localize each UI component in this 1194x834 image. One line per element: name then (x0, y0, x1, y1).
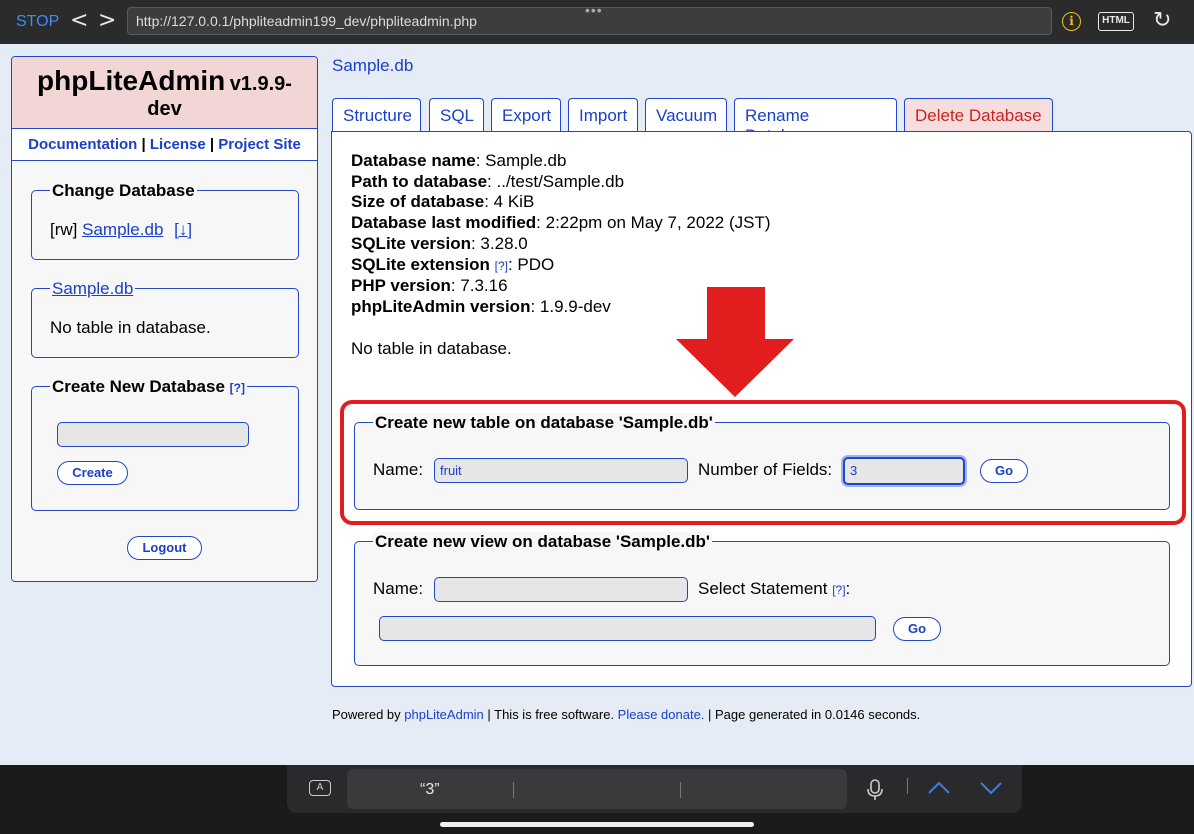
db-path-value: : ../test/Sample.db (487, 171, 625, 191)
create-database-help-link[interactable]: [?] (230, 381, 245, 395)
db-name-label: Database name (351, 151, 476, 170)
php-version-value: : 7.3.16 (450, 276, 508, 296)
change-database-box: Change Database [rw] Sample.db [↓] (31, 181, 299, 260)
pla-version-label: phpLiteAdmin version (351, 296, 531, 316)
license-link[interactable]: License (150, 136, 206, 153)
divider (907, 778, 908, 794)
tab-delete-database[interactable]: Delete Database (904, 98, 1053, 131)
create-database-label: Create New Database (52, 377, 225, 396)
sidebar-links: Documentation | License | Project Site (12, 129, 317, 161)
tab-import[interactable]: Import (568, 98, 638, 131)
create-database-box: Create New Database [?] Create (31, 377, 299, 511)
db-download-link[interactable]: [↓] (174, 220, 192, 239)
db-size-label: Size of database (351, 192, 485, 212)
sidebar: phpLiteAdmin v1.9.9- dev Documentation |… (11, 56, 318, 582)
app-header: phpLiteAdmin v1.9.9- dev (12, 57, 317, 129)
highlight-box (340, 400, 1186, 525)
mic-icon[interactable] (867, 779, 883, 801)
create-view-legend: Create new view on database 'Sample.db' (373, 532, 712, 552)
sqlite-version-label: SQLite version (351, 233, 471, 253)
divider (680, 782, 681, 798)
db-modified-label: Database last modified (351, 213, 537, 233)
predictive-suggestions: “3” (347, 769, 847, 809)
keyboard-accessory-bar: A “3” (0, 765, 1194, 834)
db-modified-value: : 2:22pm on May 7, 2022 (JST) (536, 213, 771, 233)
tab-structure[interactable]: Structure (332, 98, 421, 133)
db-link-sample[interactable]: Sample.db (82, 220, 163, 239)
info-icon[interactable]: i (1062, 12, 1081, 31)
app-version-line2: dev (147, 98, 182, 120)
html-source-button[interactable]: HTML (1098, 12, 1134, 31)
down-arrow-annotation (676, 287, 794, 397)
suggestion-1[interactable]: “3” (420, 781, 440, 799)
pla-version-value: : 1.9.9-dev (530, 296, 611, 316)
select-statement-label-group: Select Statement [?]: (698, 579, 850, 599)
view-name-label: Name: (373, 579, 424, 598)
divider (513, 782, 514, 798)
donate-link[interactable]: Please donate. (618, 707, 705, 722)
forward-button[interactable]: > (98, 8, 116, 33)
format-icon[interactable]: A (309, 780, 331, 796)
create-database-legend: Create New Database [?] (50, 377, 247, 397)
db-tables-link[interactable]: Sample.db (52, 279, 133, 298)
db-name-value: : Sample.db (475, 151, 567, 170)
app-title: phpLiteAdmin (37, 65, 226, 96)
create-view-box: Create new view on database 'Sample.db' … (354, 532, 1170, 666)
documentation-link[interactable]: Documentation (28, 136, 137, 153)
stop-button[interactable]: STOP (16, 13, 59, 31)
more-icon[interactable]: ••• (585, 2, 603, 18)
home-indicator (440, 822, 754, 827)
db-mode: [rw] (50, 220, 78, 239)
back-button[interactable]: < (70, 8, 88, 33)
tab-export[interactable]: Export (491, 98, 561, 131)
new-database-input[interactable] (57, 422, 249, 447)
separator: | (137, 136, 150, 153)
create-database-button[interactable]: Create (57, 461, 128, 485)
select-statement-help-link[interactable]: [?] (832, 583, 845, 597)
tab-sql[interactable]: SQL (429, 98, 484, 131)
reload-icon[interactable]: ↻ (1153, 8, 1171, 33)
browser-toolbar: STOP < > http://127.0.0.1/phpliteadmin19… (0, 0, 1194, 44)
db-path-label: Path to database (351, 171, 488, 191)
php-version-label: PHP version (351, 276, 451, 296)
db-tables-box: Sample.db No table in database. (31, 279, 299, 358)
footer-text: | Page generated in 0.0146 seconds. (704, 707, 921, 722)
chevron-down-icon[interactable] (980, 781, 1002, 795)
logout-button[interactable]: Logout (127, 536, 202, 560)
page-footer: Powered by phpLiteAdmin | This is free s… (332, 707, 920, 722)
create-view-go-button[interactable]: Go (893, 617, 941, 641)
view-name-input[interactable] (434, 577, 688, 602)
sidebar-body: Change Database [rw] Sample.db [↓] Sampl… (12, 161, 317, 581)
app-version: v1.9.9- (229, 73, 292, 95)
select-statement-input[interactable] (379, 616, 876, 641)
footer-text: Powered by (332, 707, 405, 722)
tab-vacuum[interactable]: Vacuum (645, 98, 727, 131)
chevron-up-icon[interactable] (928, 781, 950, 795)
no-table-text: No table in database. (50, 318, 211, 337)
sqlite-version-value: : 3.28.0 (470, 233, 528, 253)
change-database-legend: Change Database (50, 181, 197, 201)
breadcrumb[interactable]: Sample.db (332, 56, 413, 76)
db-tables-legend: Sample.db (50, 279, 136, 299)
tab-rename-database[interactable]: Rename Database (734, 98, 897, 145)
sqlite-extension-help-link[interactable]: [?] (495, 259, 508, 273)
separator: | (205, 136, 219, 153)
select-statement-label: Select Statement (698, 579, 828, 598)
db-size-value: : 4 KiB (484, 192, 535, 212)
sqlite-extension-value: : PDO (507, 254, 555, 274)
project-site-link[interactable]: Project Site (218, 136, 301, 153)
sqlite-extension-label: SQLite extension (351, 254, 490, 274)
footer-text: | This is free software. (483, 707, 618, 722)
phpliteadmin-link[interactable]: phpLiteAdmin (404, 707, 484, 722)
colon: : (845, 579, 851, 598)
